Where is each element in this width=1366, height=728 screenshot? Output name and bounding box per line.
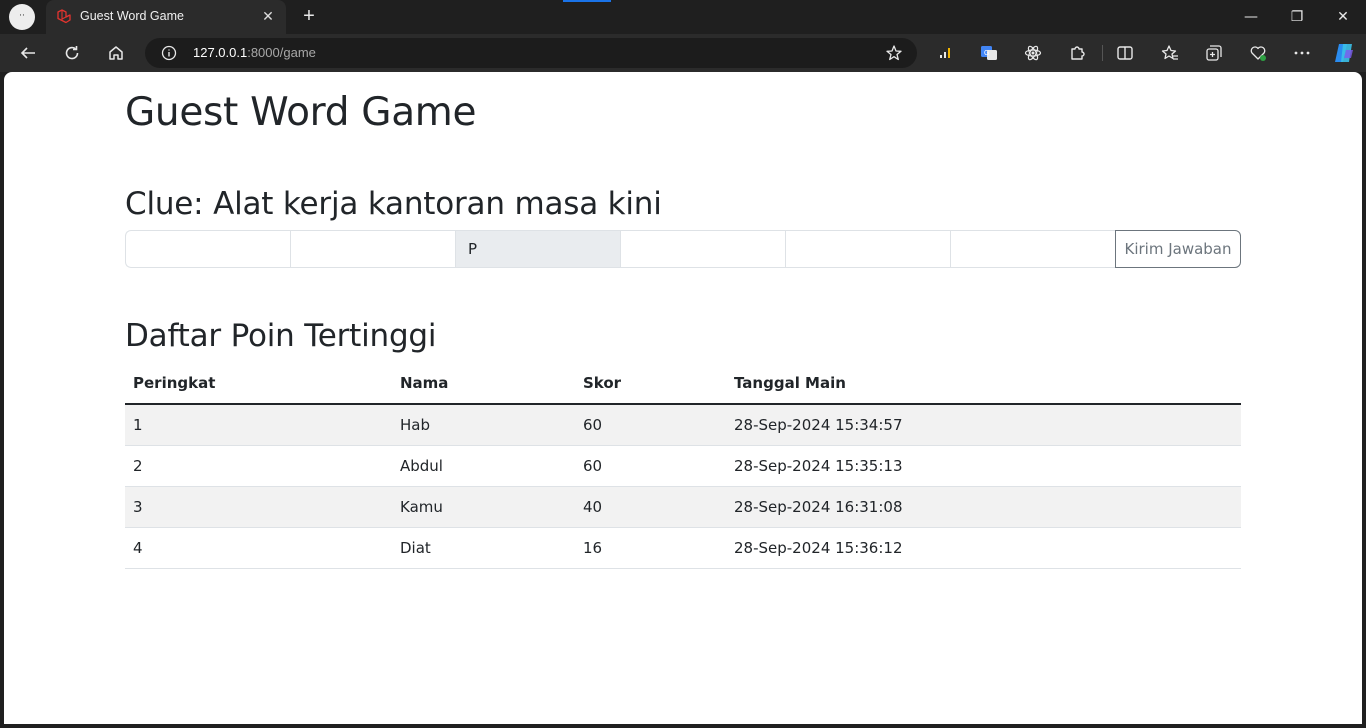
close-window-icon[interactable]: ✕ (1320, 0, 1366, 34)
url-text[interactable]: 127.0.0.1:8000/game (193, 45, 316, 60)
rank-cell: 2 (125, 445, 392, 487)
info-icon[interactable] (161, 45, 177, 61)
letter-input-6[interactable] (950, 230, 1115, 268)
letter-input-2[interactable] (290, 230, 455, 268)
toolbar-separator (1102, 45, 1103, 61)
reload-icon (65, 46, 79, 60)
extensions-button[interactable] (1063, 39, 1091, 67)
collections-button[interactable] (1200, 39, 1228, 67)
date-cell: 28-Sep-2024 15:35:13 (726, 445, 1241, 487)
new-tab-button[interactable]: + (298, 6, 320, 28)
rank-cell: 1 (125, 404, 392, 446)
table-row: 2 Abdul 60 28-Sep-2024 15:35:13 (125, 445, 1241, 487)
leaderboard-title: Daftar Poin Tertinggi (125, 318, 437, 354)
submit-answer-button[interactable]: Kirim Jawaban (1115, 230, 1241, 268)
letter-input-4[interactable] (620, 230, 785, 268)
name-cell: Diat (392, 527, 575, 569)
name-cell: Abdul (392, 445, 575, 487)
url-host: 127.0.0.1 (193, 45, 248, 60)
score-cell: 60 (575, 445, 726, 487)
favorites-button[interactable] (1156, 39, 1184, 67)
split-screen-button[interactable] (1111, 39, 1139, 67)
date-cell: 28-Sep-2024 15:36:12 (726, 527, 1241, 569)
minimize-icon[interactable]: — (1228, 0, 1274, 34)
drag-indicator (563, 0, 611, 2)
react-devtools-button[interactable] (1019, 39, 1047, 67)
tab-active[interactable]: Guest Word Game ✕ (46, 0, 286, 34)
letter-input-5[interactable] (785, 230, 950, 268)
copilot-button[interactable] (1330, 39, 1358, 67)
home-button[interactable] (102, 39, 130, 67)
browser-essentials-button[interactable] (1244, 39, 1272, 67)
heart-pulse-icon (1250, 46, 1266, 61)
score-cell: 40 (575, 486, 726, 528)
letter-input-3[interactable] (455, 230, 620, 268)
table-header-row: Peringkat Nama Skor Tanggal Main (125, 362, 1241, 405)
score-cell: 16 (575, 527, 726, 569)
laravel-icon (57, 9, 71, 24)
favorites-icon (1161, 45, 1178, 60)
back-button[interactable] (14, 39, 42, 67)
table-row: 1 Hab 60 28-Sep-2024 15:34:57 (125, 404, 1241, 446)
home-icon (109, 46, 123, 60)
column-header-score: Skor (575, 362, 726, 405)
title-bar: ·· Guest Word Game ✕ + — ❐ ✕ (0, 0, 1366, 34)
translate-icon: G (981, 46, 997, 60)
profile-avatar[interactable]: ·· (9, 4, 35, 30)
translate-extension-button[interactable]: G (975, 39, 1003, 67)
extension-button-1[interactable] (931, 39, 959, 67)
table-row: 3 Kamu 40 28-Sep-2024 16:31:08 (125, 486, 1241, 528)
page-title: Guest Word Game (125, 90, 477, 135)
page-viewport: Guest Word Game Clue: Alat kerja kantora… (4, 72, 1362, 724)
leaderboard-table: Peringkat Nama Skor Tanggal Main 1 Hab 6… (125, 362, 1241, 569)
name-cell: Kamu (392, 486, 575, 528)
react-atom-icon (1024, 45, 1042, 61)
table-row: 4 Diat 16 28-Sep-2024 15:36:12 (125, 527, 1241, 569)
restore-icon[interactable]: ❐ (1274, 0, 1320, 34)
address-bar[interactable]: 127.0.0.1:8000/game (145, 38, 917, 68)
clue-heading: Clue: Alat kerja kantoran masa kini (125, 186, 662, 222)
split-screen-icon (1117, 46, 1133, 60)
copilot-icon (1335, 44, 1353, 62)
settings-more-button[interactable] (1288, 39, 1316, 67)
rank-cell: 4 (125, 527, 392, 569)
name-cell: Hab (392, 404, 575, 446)
reload-button[interactable] (58, 39, 86, 67)
letter-input-1[interactable] (125, 230, 290, 268)
answer-input-group: Kirim Jawaban (125, 230, 1241, 268)
back-arrow-icon (20, 47, 35, 59)
url-path: :8000/game (247, 45, 316, 60)
column-header-name: Nama (392, 362, 575, 405)
column-header-date: Tanggal Main (726, 362, 1241, 405)
rank-cell: 3 (125, 486, 392, 528)
browser-toolbar: 127.0.0.1:8000/game G (0, 34, 1366, 72)
column-header-rank: Peringkat (125, 362, 392, 405)
signal-bars-icon (940, 48, 950, 58)
puzzle-icon (1071, 46, 1085, 60)
tab-title: Guest Word Game (80, 9, 184, 23)
date-cell: 28-Sep-2024 16:31:08 (726, 486, 1241, 528)
date-cell: 28-Sep-2024 15:34:57 (726, 404, 1241, 446)
score-cell: 60 (575, 404, 726, 446)
collections-icon (1206, 45, 1222, 61)
svg-text:G: G (984, 50, 989, 57)
more-dots-icon (1294, 51, 1310, 55)
tab-close-icon[interactable]: ✕ (258, 7, 278, 27)
favorite-star-icon[interactable] (885, 44, 903, 62)
